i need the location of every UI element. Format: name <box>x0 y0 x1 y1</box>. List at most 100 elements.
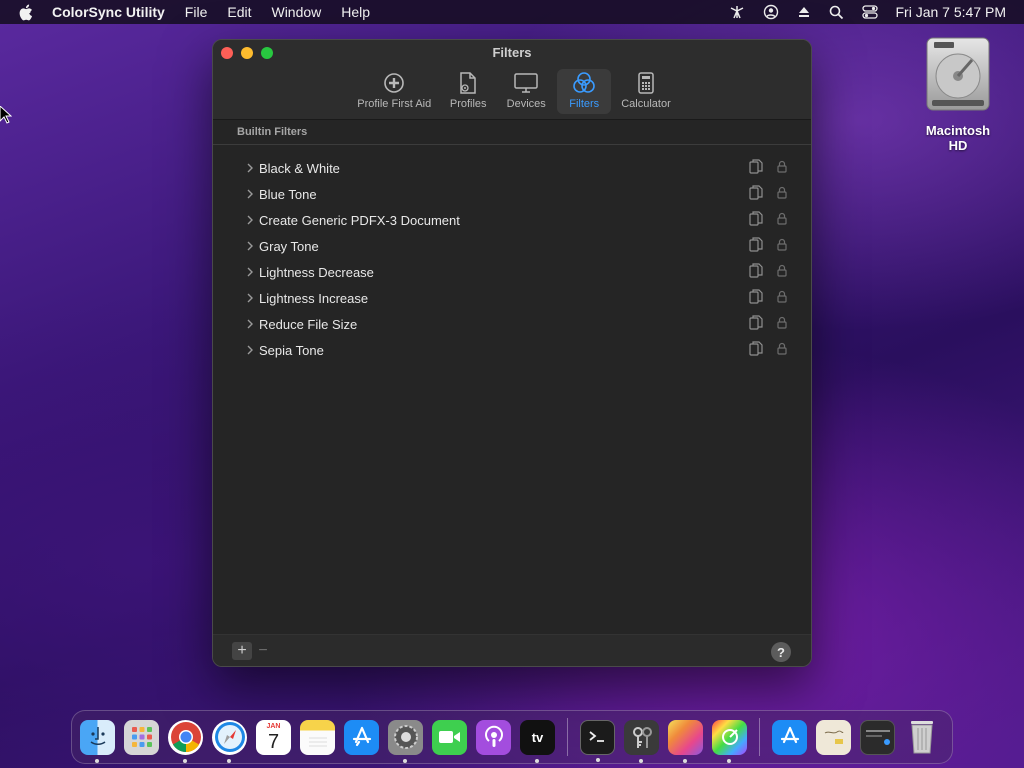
terminal-icon[interactable] <box>580 719 615 762</box>
user-account-icon[interactable] <box>763 4 779 20</box>
calendar-day: 7 <box>267 730 280 753</box>
control-center-icon[interactable] <box>861 5 878 19</box>
launchpad-icon[interactable] <box>124 719 159 755</box>
calendar-month: JAN <box>266 722 281 730</box>
filter-name: Sepia Tone <box>259 342 324 358</box>
filter-row[interactable]: Black & White <box>213 155 811 181</box>
tab-label: Calculator <box>621 98 671 110</box>
duplicate-icon[interactable] <box>749 341 763 359</box>
duplicate-icon[interactable] <box>749 211 763 229</box>
disclosure-chevron-icon[interactable] <box>247 345 257 355</box>
filter-name: Gray Tone <box>259 238 319 254</box>
duplicate-icon[interactable] <box>749 289 763 307</box>
disclosure-chevron-icon[interactable] <box>247 215 257 225</box>
keychain-access-icon[interactable] <box>624 719 659 763</box>
app-store-icon[interactable] <box>344 719 379 755</box>
tab-devices[interactable]: Devices <box>499 69 553 114</box>
disclosure-chevron-icon[interactable] <box>247 293 257 303</box>
lock-icon[interactable] <box>777 186 787 202</box>
colorsync-window: Filters Profile First Aid Profiles Devic… <box>212 39 812 667</box>
screenshot-stack-icon[interactable] <box>860 719 895 755</box>
profile-doc-icon <box>457 71 479 95</box>
window-menu[interactable]: Window <box>271 4 321 20</box>
eject-icon[interactable] <box>797 5 811 19</box>
color-circles-icon <box>571 71 597 95</box>
dock-separator <box>567 718 568 756</box>
filter-name: Create Generic PDFX-3 Document <box>259 212 460 228</box>
calculator-icon <box>637 71 655 95</box>
facetime-icon[interactable] <box>432 719 467 755</box>
edit-menu[interactable]: Edit <box>227 4 251 20</box>
tab-profile-first-aid[interactable]: Profile First Aid <box>351 69 437 114</box>
lock-icon[interactable] <box>777 316 787 332</box>
clock[interactable]: Fri Jan 7 5:47 PM <box>896 4 1007 20</box>
window-title: Filters <box>492 45 532 60</box>
safari-icon[interactable] <box>212 719 247 763</box>
remove-filter-button[interactable]: − <box>253 642 273 660</box>
filter-name: Lightness Increase <box>259 290 369 306</box>
filter-row[interactable]: Reduce File Size <box>213 311 811 337</box>
chrome-icon[interactable] <box>168 719 203 763</box>
duplicate-icon[interactable] <box>749 315 763 333</box>
macintosh-hd-desktop-icon[interactable]: Macintosh HD <box>916 36 1000 153</box>
spotlight-search-icon[interactable] <box>829 5 844 20</box>
accessibility-status-icon[interactable] <box>729 5 745 19</box>
tab-label: Profile First Aid <box>357 98 432 110</box>
tab-calculator[interactable]: Calculator <box>615 69 677 114</box>
apple-menu-icon[interactable] <box>18 3 36 21</box>
apple-tv-icon[interactable]: tv <box>520 719 555 763</box>
filter-row[interactable]: Lightness Decrease <box>213 259 811 285</box>
disclosure-chevron-icon[interactable] <box>247 319 257 329</box>
trash-icon[interactable] <box>904 720 939 755</box>
file-menu[interactable]: File <box>185 4 208 20</box>
filter-row[interactable]: Blue Tone <box>213 181 811 207</box>
display-icon <box>513 71 539 95</box>
tab-profiles[interactable]: Profiles <box>441 69 495 114</box>
add-filter-button[interactable]: + <box>232 642 252 660</box>
disclosure-chevron-icon[interactable] <box>247 267 257 277</box>
filter-row[interactable]: Gray Tone <box>213 233 811 259</box>
disclosure-chevron-icon[interactable] <box>247 241 257 251</box>
filter-name: Lightness Decrease <box>259 264 374 280</box>
app-menu[interactable]: ColorSync Utility <box>52 4 165 20</box>
hard-drive-icon <box>926 37 990 111</box>
filter-row[interactable]: Lightness Increase <box>213 285 811 311</box>
dock-separator <box>759 718 760 756</box>
apple-tv-label: tv <box>531 729 544 745</box>
filter-row[interactable]: Create Generic PDFX-3 Document <box>213 207 811 233</box>
window-bottom-bar: + − ? <box>213 634 811 666</box>
app-store-folder-icon[interactable] <box>772 719 807 755</box>
duplicate-icon[interactable] <box>749 185 763 203</box>
lock-icon[interactable] <box>777 290 787 306</box>
duplicate-icon[interactable] <box>749 237 763 255</box>
plus-circle-icon <box>383 71 405 95</box>
duplicate-icon[interactable] <box>749 263 763 281</box>
filter-row[interactable]: Sepia Tone <box>213 337 811 363</box>
help-button[interactable]: ? <box>771 642 791 662</box>
tab-label: Filters <box>569 98 600 110</box>
filter-list: Black & White Blue Tone Create Generic P… <box>213 145 811 363</box>
mouse-cursor-icon <box>0 105 13 129</box>
podcasts-icon[interactable] <box>476 719 511 755</box>
tab-label: Devices <box>506 98 546 110</box>
finder-icon[interactable] <box>80 719 115 763</box>
tab-label: Profiles <box>449 98 487 110</box>
lock-icon[interactable] <box>777 264 787 280</box>
disclosure-chevron-icon[interactable] <box>247 189 257 199</box>
lock-icon[interactable] <box>777 342 787 358</box>
lock-icon[interactable] <box>777 212 787 228</box>
help-menu[interactable]: Help <box>341 4 370 20</box>
disclosure-chevron-icon[interactable] <box>247 163 257 173</box>
documents-stack-icon[interactable] <box>816 719 851 755</box>
notes-icon[interactable] <box>300 719 335 755</box>
dock: JAN 7 tv <box>71 710 953 764</box>
lock-icon[interactable] <box>777 238 787 254</box>
calendar-icon[interactable]: JAN 7 <box>256 719 291 755</box>
system-preferences-icon[interactable] <box>388 719 423 763</box>
preview-color-icon[interactable] <box>668 719 703 763</box>
duplicate-icon[interactable] <box>749 159 763 177</box>
lock-icon[interactable] <box>777 160 787 176</box>
colorsync-utility-icon[interactable] <box>712 719 747 763</box>
menu-bar: ColorSync Utility File Edit Window Help … <box>0 0 1024 24</box>
tab-filters[interactable]: Filters <box>557 69 612 114</box>
